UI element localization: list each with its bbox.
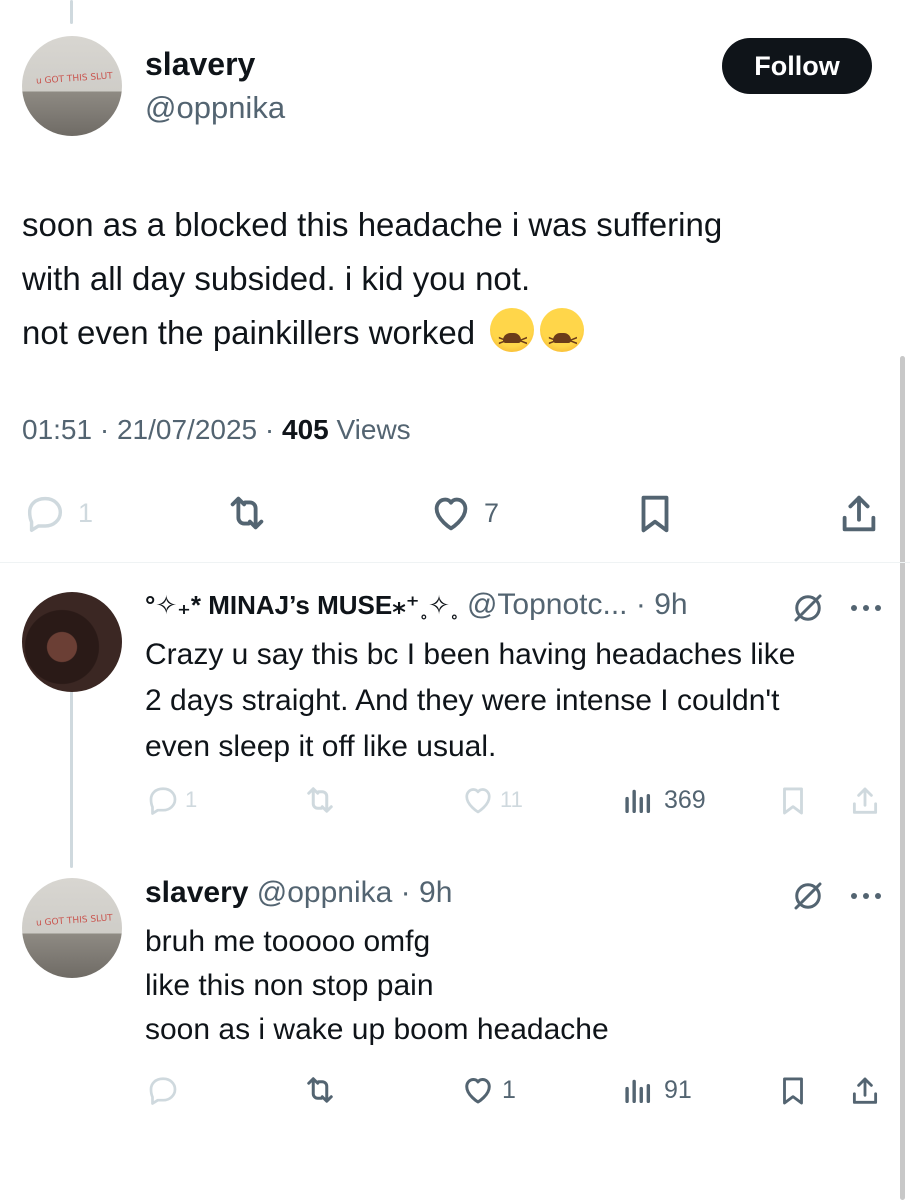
- tweet-time[interactable]: 01:51: [22, 414, 92, 445]
- tweet-text-line: not even the painkillers worked: [22, 306, 892, 368]
- like-count: 1: [502, 1075, 516, 1104]
- share-icon: [852, 1077, 878, 1104]
- tweet-text-line-content: not even the painkillers worked: [22, 314, 476, 351]
- like-button[interactable]: 7: [428, 490, 499, 536]
- repost-icon: [307, 1077, 333, 1103]
- heart-icon: [465, 788, 491, 814]
- tweet-meta: 01:51 · 21/07/2025 · 405 Views: [22, 414, 411, 445]
- reply-count: 1: [78, 497, 94, 528]
- repost-button[interactable]: [300, 1072, 340, 1108]
- tweet-text-line: soon as a blocked this headache i was su…: [22, 206, 723, 243]
- scrollbar[interactable]: [900, 356, 905, 1200]
- share-icon: [852, 787, 878, 814]
- thread-line-top: [70, 0, 73, 24]
- reply-text-line: soon as i wake up boom headache: [145, 1013, 609, 1046]
- reply-count: 1: [185, 787, 198, 812]
- view-count: 91: [664, 1075, 692, 1104]
- reply-text-line: bruh me tooooo omfg: [145, 925, 431, 958]
- follow-button[interactable]: Follow: [722, 38, 872, 94]
- avatar[interactable]: u GOT THIS SLUT: [22, 36, 122, 136]
- reply-author-handle[interactable]: @Topnotc...: [467, 588, 628, 621]
- share-button[interactable]: [848, 1072, 882, 1110]
- bookmark-icon: [783, 1077, 803, 1105]
- heart-icon: [465, 1078, 491, 1104]
- divider: [0, 562, 910, 563]
- reply-text: Crazy u say this bc I been having headac…: [145, 632, 895, 770]
- share-button[interactable]: [836, 490, 882, 538]
- views-button[interactable]: 91: [620, 1072, 692, 1108]
- avatar[interactable]: u GOT THIS SLUT: [22, 878, 122, 978]
- bookmark-button[interactable]: [776, 1072, 810, 1110]
- bookmark-button[interactable]: [632, 490, 678, 538]
- like-count: 7: [484, 497, 500, 528]
- analytics-icon: [625, 1079, 651, 1104]
- reply-author-name[interactable]: slavery: [145, 876, 248, 909]
- like-button[interactable]: 1: [460, 1072, 516, 1108]
- repost-icon: [307, 787, 333, 813]
- tweet-text: soon as a blocked this headache i was su…: [22, 198, 892, 368]
- views-label: Views: [336, 414, 411, 445]
- tired-face-emoji: [490, 308, 535, 368]
- reply-text-line: like this non stop pain: [145, 969, 434, 1002]
- author-handle[interactable]: @oppnika: [145, 90, 285, 126]
- view-count: 369: [664, 785, 706, 814]
- thread-line-replies: [70, 668, 73, 868]
- reply-header: slavery @oppnika · 9h: [145, 876, 452, 910]
- share-button[interactable]: [848, 782, 882, 820]
- like-count: 11: [500, 787, 523, 812]
- reply-header: °✧₊* MINAJ’s MUSE⁎⁺˳✧˳ @Topnotc... · 9h: [145, 588, 688, 622]
- tweet-date[interactable]: 21/07/2025: [117, 414, 257, 445]
- analytics-icon: [625, 789, 651, 814]
- repost-button[interactable]: [300, 782, 340, 818]
- reply-time[interactable]: 9h: [419, 876, 452, 909]
- tweet-text-line: with all day subsided. i kid you not.: [22, 260, 531, 297]
- more-icon[interactable]: [848, 884, 884, 908]
- reply-author-name[interactable]: °✧₊* MINAJ’s MUSE⁎⁺˳✧˳: [145, 590, 459, 620]
- more-icon[interactable]: [848, 596, 884, 620]
- separator-dot: ·: [400, 876, 411, 909]
- avatar[interactable]: [22, 592, 122, 692]
- grok-icon[interactable]: [790, 878, 826, 914]
- repost-icon: [230, 496, 264, 530]
- reply-button[interactable]: 1: [145, 782, 197, 818]
- reply-button[interactable]: 1: [22, 490, 93, 536]
- reply-button[interactable]: [145, 1072, 181, 1108]
- reply-time[interactable]: 9h: [654, 588, 687, 621]
- views-count: 405: [282, 414, 329, 445]
- avatar-scrawl: u GOT THIS SLUT: [35, 913, 114, 929]
- bookmark-button[interactable]: [776, 782, 810, 820]
- reply-text: bruh me tooooo omfg like this non stop p…: [145, 920, 875, 1052]
- tired-face-emoji: [540, 308, 585, 368]
- reply-text-line: Crazy u say this bc I been having headac…: [145, 638, 796, 671]
- heart-icon: [434, 497, 468, 531]
- reply-text-line: 2 days straight. And they were intense I…: [145, 684, 780, 717]
- reply-author-handle[interactable]: @oppnika: [257, 876, 393, 909]
- avatar-scrawl: u GOT THIS SLUT: [35, 71, 114, 87]
- author-name[interactable]: slavery: [145, 46, 255, 83]
- share-icon: [842, 495, 876, 532]
- reply-text-line: even sleep it off like usual.: [145, 730, 497, 763]
- repost-button[interactable]: [222, 490, 272, 536]
- views-button[interactable]: 369: [620, 782, 706, 818]
- like-button[interactable]: 11: [460, 782, 523, 818]
- reply-icon: [27, 496, 63, 532]
- grok-icon[interactable]: [790, 590, 826, 626]
- reply-icon: [149, 1077, 177, 1105]
- bookmark-icon: [783, 787, 803, 815]
- bookmark-icon: [641, 495, 669, 533]
- reply-icon: [149, 787, 177, 815]
- separator-dot: ·: [635, 588, 646, 621]
